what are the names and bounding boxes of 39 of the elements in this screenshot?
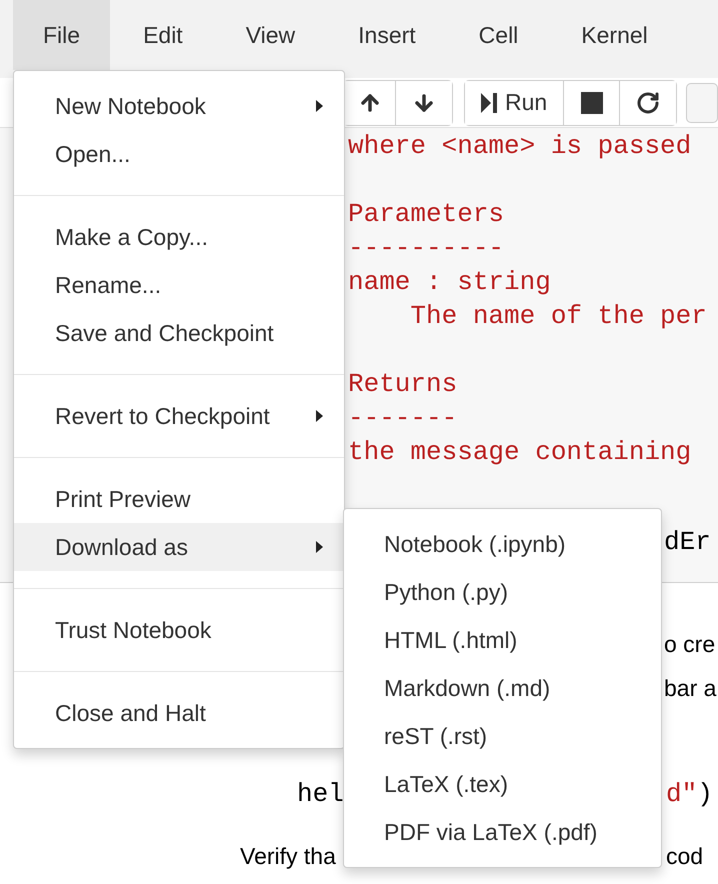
code-line: name : string bbox=[348, 266, 551, 299]
menu-item[interactable]: View bbox=[216, 0, 326, 70]
menu-item[interactable]: New Notebook bbox=[14, 82, 344, 130]
text-line: o cre bbox=[664, 630, 716, 659]
menu-item[interactable]: Trust Notebook bbox=[14, 606, 344, 654]
text-line: cod bbox=[666, 842, 704, 871]
code-line: the message containing bbox=[348, 436, 692, 469]
menu-item[interactable]: Close and Halt bbox=[14, 689, 344, 737]
text-line: Verify tha bbox=[240, 842, 336, 871]
code-line: ------- bbox=[348, 402, 458, 435]
run-button[interactable]: Run bbox=[465, 80, 564, 124]
text-line: bar a bbox=[664, 674, 716, 703]
menu-item[interactable]: LaTeX (.tex) bbox=[344, 760, 661, 808]
code-line: where <name> is passed bbox=[348, 130, 692, 163]
menu-item[interactable]: Cell bbox=[448, 0, 548, 70]
menu-item[interactable]: Save and Checkpoint bbox=[14, 309, 344, 357]
code-line: dEr bbox=[664, 526, 711, 559]
menu-item[interactable]: Revert to Checkpoint bbox=[14, 392, 344, 440]
menu-item[interactable]: Rename... bbox=[14, 261, 344, 309]
menu-item[interactable]: reST (.rst) bbox=[344, 712, 661, 760]
menu-item[interactable]: Kernel bbox=[551, 0, 678, 70]
code-line: Returns bbox=[348, 368, 458, 401]
code-line: hel bbox=[297, 778, 344, 811]
code-line: The name of the per bbox=[409, 300, 707, 333]
menu-item[interactable]: Print Preview bbox=[14, 475, 344, 523]
menu-item[interactable]: File bbox=[13, 0, 110, 70]
menu-item[interactable]: Download as bbox=[14, 523, 344, 571]
menu-item[interactable]: Markdown (.md) bbox=[344, 664, 661, 712]
menu-item[interactable]: Edit bbox=[113, 0, 213, 70]
menu-item[interactable]: Make a Copy... bbox=[14, 213, 344, 261]
code-line: Parameters bbox=[348, 198, 504, 231]
code-line: d") bbox=[666, 778, 713, 811]
menu-item[interactable]: HTML (.html) bbox=[344, 616, 661, 664]
menu-item[interactable]: Insert bbox=[328, 0, 446, 70]
menu-item[interactable]: PDF via LaTeX (.pdf) bbox=[344, 808, 661, 856]
menu-item[interactable]: Notebook (.ipynb) bbox=[344, 520, 661, 568]
menu-item[interactable]: Python (.py) bbox=[344, 568, 661, 616]
menu-item[interactable]: Open... bbox=[14, 130, 344, 178]
code-line: ---------- bbox=[348, 232, 504, 265]
